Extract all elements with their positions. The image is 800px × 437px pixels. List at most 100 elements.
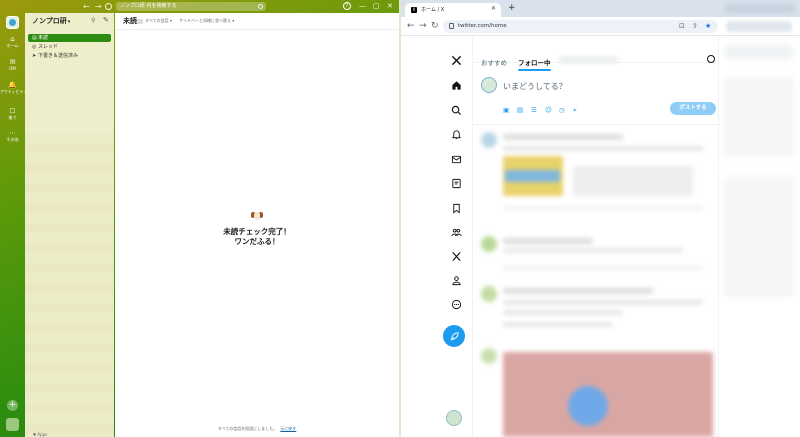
search-options-icon[interactable]	[258, 4, 263, 9]
x-logo-icon[interactable]	[449, 53, 463, 67]
rail-label: アクティビティ	[0, 89, 28, 94]
history-icon[interactable]	[105, 3, 112, 10]
sidebar-item-label: 未読	[38, 35, 49, 41]
tab-following[interactable]: フォロー中	[518, 57, 551, 67]
back-arrow-icon[interactable]: ←	[83, 0, 90, 13]
home-icon: ⌂	[10, 35, 15, 43]
sidebar-item-unread[interactable]: ▤未読	[28, 34, 111, 42]
rail-home[interactable]: ⌂ ホーム	[0, 35, 25, 48]
timeline-tabs: おすすめ フォロー中	[473, 37, 720, 71]
compose-icon[interactable]: ✎	[103, 16, 109, 24]
sort-filter[interactable]: サイドバーと同様に並べ替え ▾	[179, 18, 234, 24]
install-icon[interactable]: ⊡	[679, 22, 685, 30]
mark-read-footer: すべての会話を既読にしました。 元に戻す	[115, 426, 399, 432]
active-tab-indicator	[518, 69, 551, 71]
timeline-column: おすすめ フォロー中 いまどうしてる？ ▣ ▤ ☰ ☺ ◷ ⌖ ポストする	[472, 37, 720, 437]
composer-input[interactable]: いまどうしてる？	[503, 81, 567, 92]
search-placeholder: ノンプロ研 内を検索する	[120, 3, 177, 9]
sidebar-item-drafts[interactable]: ➤ 下書き＆送信済み	[28, 52, 111, 60]
filter-icon[interactable]: ⚲	[91, 17, 95, 24]
gif-icon[interactable]: ▤	[517, 106, 523, 114]
tab-title: ホーム / X	[421, 7, 445, 13]
user-avatar[interactable]	[6, 418, 19, 431]
filter-badge-icon	[137, 18, 143, 24]
slack-search-input[interactable]: ノンプロ研 内を検索する	[116, 2, 266, 11]
view-header: 未読 すべての会話 ▾ サイドバーと同様に並べ替え ▾	[115, 13, 399, 30]
back-icon[interactable]: ←	[407, 21, 415, 31]
empty-line-1: 未読チェック完了！	[223, 227, 291, 236]
more-circle-icon[interactable]	[449, 297, 463, 311]
post-fab-button[interactable]	[443, 325, 465, 347]
image-icon[interactable]: ▣	[503, 106, 509, 114]
profile-icon[interactable]	[449, 273, 463, 287]
workspace-avatar[interactable]	[6, 16, 19, 29]
home-icon[interactable]	[449, 78, 463, 92]
notifications-bell-icon[interactable]	[449, 127, 463, 141]
channel-sidebar: ノンプロ研▾ ⚲ ✎ ▤未読 ◎ スレッド ➤ 下書き＆送信済み ▼ Apps	[25, 13, 114, 437]
rail-label: DM	[9, 66, 16, 71]
post-button[interactable]: ポストする	[670, 102, 716, 115]
share-icon[interactable]: ⇪	[692, 22, 698, 30]
tab-strip: X ホーム / X ✕ +	[401, 0, 800, 17]
schedule-icon[interactable]: ◷	[559, 106, 565, 114]
composer-avatar	[481, 77, 497, 93]
footer-text: すべての会話を既読にしました。	[217, 426, 278, 431]
workspace-logo-icon	[9, 19, 16, 26]
communities-icon[interactable]	[449, 225, 463, 239]
lock-icon[interactable]	[449, 23, 454, 29]
premium-x-icon[interactable]	[449, 249, 463, 263]
rail-more[interactable]: ⋯ その他	[0, 129, 25, 142]
maximize-button[interactable]: ▢	[373, 0, 380, 13]
undo-link[interactable]: 元に戻す	[280, 426, 296, 431]
add-workspace-button[interactable]: +	[7, 400, 18, 411]
bookmark-icon[interactable]	[449, 201, 463, 215]
timeline-settings-icon[interactable]	[707, 55, 715, 63]
star-icon[interactable]: ★	[705, 22, 711, 30]
account-avatar[interactable]	[446, 410, 462, 426]
blurred-profile-area	[726, 21, 792, 32]
minimize-button[interactable]: —	[359, 0, 366, 13]
x-home-page: おすすめ フォロー中 いまどうしてる？ ▣ ▤ ☰ ☺ ◷ ⌖ ポストする	[401, 37, 800, 437]
search-icon[interactable]	[449, 103, 463, 117]
rail-label: 後で	[8, 115, 17, 120]
messages-envelope-icon[interactable]	[449, 152, 463, 166]
url-text: twitter.com/home	[458, 23, 507, 29]
address-bar[interactable]: twitter.com/home ⊡ ⇪ ★	[443, 20, 718, 33]
sidebar-footer[interactable]: ▼ Apps	[33, 432, 47, 437]
post-composer: いまどうしてる？ ▣ ▤ ☰ ☺ ◷ ⌖ ポストする	[473, 73, 720, 125]
blurred-window-controls	[725, 4, 795, 13]
new-tab-button[interactable]: +	[508, 3, 516, 13]
tab-for-you[interactable]: おすすめ	[481, 57, 507, 67]
all-conversations-filter[interactable]: すべての会話 ▾	[137, 18, 172, 24]
browser-tab[interactable]: X ホーム / X ✕	[405, 3, 501, 17]
forward-arrow-icon[interactable]: →	[95, 0, 102, 13]
empty-state-message: 未読チェック完了！ ワンだふる！	[115, 227, 399, 247]
dog-emoji-icon	[251, 211, 263, 221]
dm-icon: ✉	[9, 58, 16, 66]
reload-icon[interactable]: ↻	[431, 21, 439, 31]
workspace-name[interactable]: ノンプロ研▾	[32, 16, 70, 26]
rail-later[interactable]: ☐ 後で	[0, 107, 25, 120]
close-tab-icon[interactable]: ✕	[491, 5, 496, 12]
poll-icon[interactable]: ☰	[531, 106, 537, 114]
location-icon[interactable]: ⌖	[573, 106, 577, 115]
close-button[interactable]: ✕	[387, 0, 393, 13]
lists-icon[interactable]	[449, 176, 463, 190]
workspace-rail: ⌂ ホーム ✉ DM 🔔 アクティビティ ☐ 後で ⋯ その他 +	[0, 13, 28, 437]
rail-activity[interactable]: 🔔 アクティビティ	[0, 81, 28, 94]
empty-line-2: ワンだふる！	[234, 237, 280, 246]
emoji-icon[interactable]: ☺	[545, 106, 552, 114]
help-icon[interactable]: ?	[343, 2, 351, 10]
bell-icon: 🔔	[8, 81, 17, 89]
sidebar-item-threads[interactable]: ◎ スレッド	[28, 43, 111, 51]
browser-window: X ホーム / X ✕ + ← → ↻ twitter.com/home ⊡ ⇪…	[401, 0, 800, 437]
slack-titlebar: ← → ノンプロ研 内を検索する ? — ▢ ✕	[0, 0, 400, 13]
unread-view: 未読 すべての会話 ▾ サイドバーと同様に並べ替え ▾ 未読チェック完了！ ワン…	[115, 13, 399, 437]
page-title: 未読	[123, 17, 137, 25]
forward-icon[interactable]: →	[419, 21, 427, 31]
rail-dm[interactable]: ✉ DM	[0, 58, 25, 71]
rail-label: その他	[6, 137, 19, 142]
x-favicon-icon: X	[411, 7, 417, 13]
feather-icon	[450, 331, 459, 340]
rail-label: ホーム	[6, 43, 19, 48]
